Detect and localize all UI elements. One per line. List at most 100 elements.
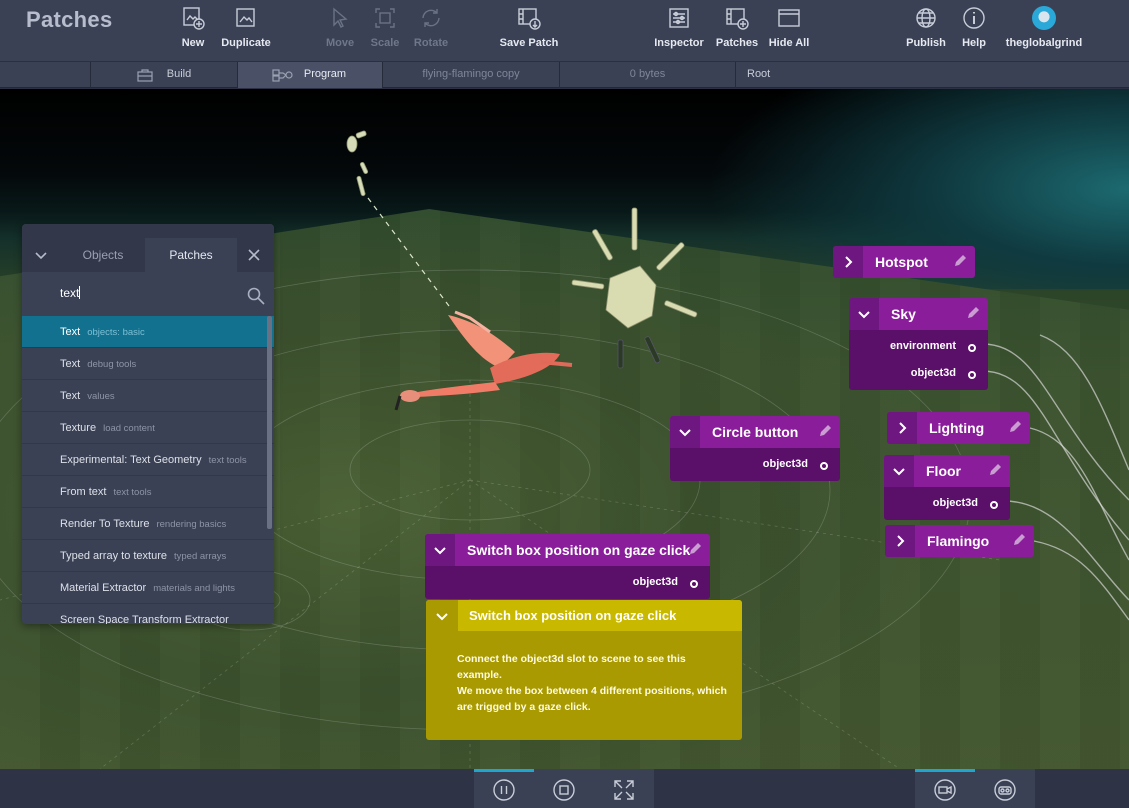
node-hotspot[interactable]: Hotspot [833,246,975,278]
camera-icon [934,779,956,801]
search-icon[interactable] [247,287,265,305]
tab-program[interactable]: Program [237,62,382,88]
edit-button[interactable] [988,463,1002,482]
result-name: Material Extractor [60,582,147,594]
node-floor[interactable]: Floor object3d [884,455,1010,520]
port-connector[interactable] [968,344,976,352]
expand-toggle[interactable] [887,412,917,444]
collapse-toggle[interactable] [849,298,879,330]
expand-toggle[interactable] [833,246,863,278]
result-item[interactable]: Screen Space Transform Extractor [22,604,274,624]
port-label: object3d [910,367,956,379]
stop-button[interactable] [534,769,594,808]
node-switch-box[interactable]: Switch box position on gaze click object… [425,534,710,599]
comment-title: Switch box position on gaze click [469,608,677,623]
node-title: Sky [891,306,916,322]
comment-node[interactable]: Switch box position on gaze click Connec… [426,600,742,740]
patches-button[interactable]: Patches [715,6,759,56]
fullscreen-button[interactable] [594,769,654,808]
result-item[interactable]: Material Extractor materials and lights [22,572,274,604]
breadcrumb-root[interactable]: Root [747,68,770,80]
port-object3d[interactable]: object3d [425,570,710,597]
user-menu[interactable]: theglobalgrind [1003,6,1085,56]
publish-button[interactable]: Publish [905,6,947,56]
pause-button[interactable] [474,769,534,808]
tab-build[interactable]: Build [90,62,237,88]
collapse-toggle[interactable] [426,600,458,631]
inspector-button[interactable]: Inspector [653,6,705,56]
duplicate-button[interactable]: Duplicate [220,6,272,56]
result-item[interactable]: Experimental: Text Geometry text tools [22,444,274,476]
hide-all-button[interactable]: Hide All [767,6,811,56]
avatar [1032,6,1056,30]
new-patch-icon [183,7,205,30]
expand-toggle[interactable] [885,525,915,557]
vr-view-button[interactable] [975,769,1035,808]
port-connector[interactable] [820,462,828,470]
result-item[interactable]: Text values [22,380,274,412]
node-circle-button[interactable]: Circle button object3d [670,416,840,481]
move-button[interactable]: Move [324,6,356,56]
collapse-toggle[interactable] [670,416,700,448]
result-category: debug tools [87,359,137,370]
panel-close-button[interactable] [236,238,274,272]
tab-program-label: Program [303,68,347,80]
port-label: object3d [932,497,978,509]
node-sky[interactable]: Sky environment object3d [849,298,988,390]
chevron-right-icon [845,256,853,268]
save-patch-button[interactable]: Save Patch [498,6,560,56]
light-beam [361,189,453,311]
scale-button[interactable]: Scale [369,6,401,56]
text-caret [79,286,81,299]
help-button[interactable]: Help [958,6,990,56]
pencil-icon [990,464,1001,475]
edit-button[interactable] [688,542,702,561]
edit-button[interactable] [1008,420,1022,439]
camera-button[interactable] [915,769,975,808]
port-connector[interactable] [968,371,976,379]
result-name: Render To Texture [60,518,150,530]
edit-button[interactable] [1012,533,1026,552]
result-category: materials and lights [153,583,236,594]
project-size: 0 bytes [559,62,735,88]
result-item[interactable]: From text text tools [22,476,274,508]
result-item[interactable]: Text debug tools [22,348,274,380]
collapse-toggle[interactable] [425,534,455,566]
playback-controls [474,769,654,808]
port-connector[interactable] [690,580,698,588]
node-title: Hotspot [875,254,928,270]
panel-collapse-button[interactable] [22,238,62,274]
close-icon [248,249,260,261]
rotate-button[interactable]: Rotate [412,6,450,56]
pause-icon [493,779,515,801]
port-object3d[interactable]: object3d [884,491,1010,518]
scrollbar[interactable] [267,316,272,529]
node-flamingo[interactable]: Flamingo [885,525,1034,557]
save-patch-icon [518,8,541,30]
port-object3d[interactable]: object3d [670,452,840,479]
result-item[interactable]: Text objects: basic [22,316,274,348]
result-category: text tools [208,455,247,466]
search-input-value: text [60,286,80,300]
tab-objects[interactable]: Objects [62,238,144,272]
port-connector[interactable] [990,501,998,509]
node-lighting[interactable]: Lighting [887,412,1030,444]
result-name: Experimental: Text Geometry [60,454,202,466]
edit-button[interactable] [966,306,980,325]
port-environment[interactable]: environment [849,334,988,361]
edit-button[interactable] [818,424,832,443]
collapse-toggle[interactable] [884,455,914,487]
edit-button[interactable] [953,254,967,273]
tab-patches[interactable]: Patches [145,238,237,272]
result-item[interactable]: Texture load content [22,412,274,444]
new-button[interactable]: New [178,6,208,56]
node-title: Switch box position on gaze click [467,542,691,558]
port-object3d[interactable]: object3d [849,361,988,388]
pencil-icon [820,425,831,436]
result-item[interactable]: Render To Texture rendering basics [22,508,274,540]
search-input[interactable]: text [22,272,274,316]
result-item[interactable]: Typed array to texture typed arrays [22,540,274,572]
patches-icon [726,8,749,30]
rotate-icon [422,9,440,27]
project-name: flying-flamingo copy [382,62,559,88]
